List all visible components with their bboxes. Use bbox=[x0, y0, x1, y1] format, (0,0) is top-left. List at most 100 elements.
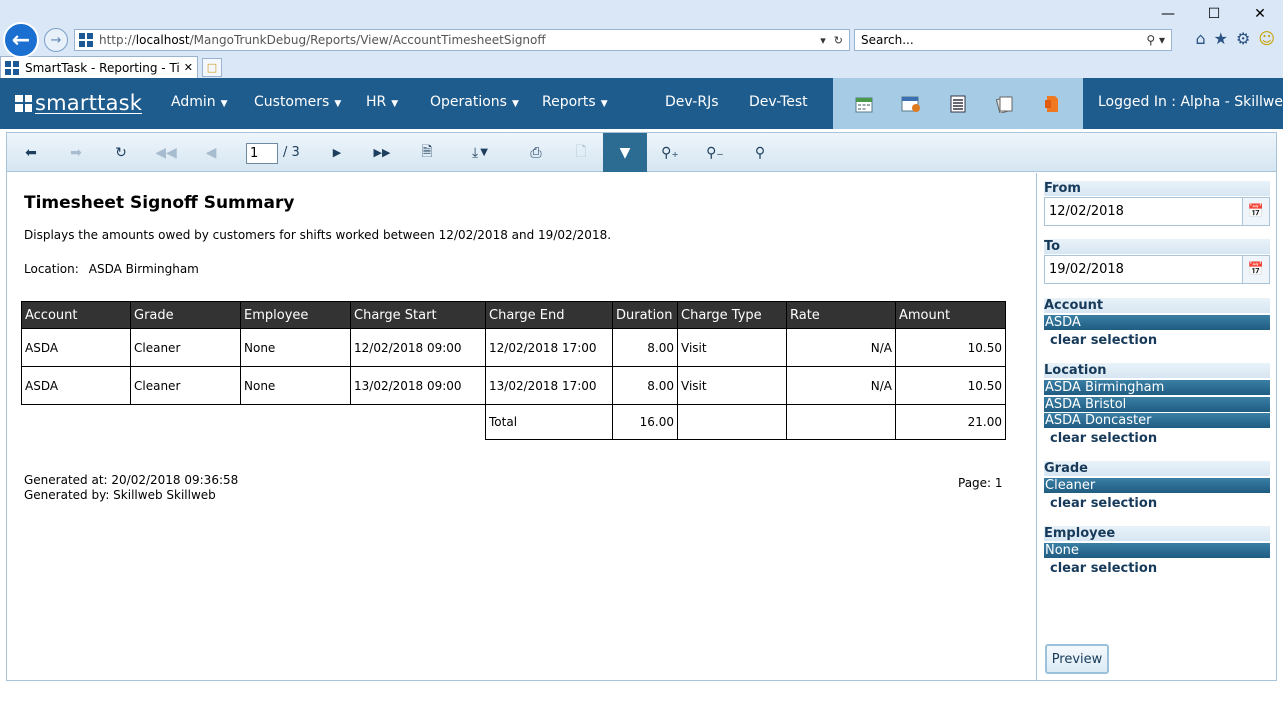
quick-icons bbox=[833, 78, 1083, 129]
nav-reports[interactable]: Reports ▼ bbox=[542, 94, 608, 110]
smarttask-logo[interactable]: smarttask bbox=[15, 90, 143, 115]
location-option-selected[interactable]: ASDA Doncaster bbox=[1044, 413, 1270, 428]
documents-icon[interactable] bbox=[995, 94, 1015, 114]
copy-document-icon[interactable]: 🗋 bbox=[559, 133, 603, 172]
page-number: Page: 1 bbox=[958, 476, 1003, 490]
location-clear-selection[interactable]: clear selection bbox=[1050, 431, 1157, 446]
next-page-icon[interactable]: ▶ bbox=[315, 133, 359, 172]
tab-favicon-icon bbox=[5, 60, 19, 75]
nav-label: Dev-Test bbox=[749, 94, 808, 110]
calendar-icon[interactable] bbox=[854, 94, 874, 114]
preview-button[interactable]: Preview bbox=[1045, 644, 1109, 674]
location-option-selected[interactable]: ASDA Bristol bbox=[1044, 397, 1270, 412]
from-label: From bbox=[1044, 181, 1270, 196]
table-total-row: Total 16.00 21.00 bbox=[22, 404, 1006, 440]
url-text[interactable]: http://localhost/MangoTrunkDebug/Reports… bbox=[99, 33, 820, 47]
column-header: Employee bbox=[240, 301, 351, 329]
total-label: Total bbox=[485, 404, 613, 440]
print-icon[interactable]: ⎙ bbox=[514, 133, 558, 172]
home-icon[interactable]: ⌂ bbox=[1195, 29, 1205, 48]
minimize-icon[interactable]: — bbox=[1145, 0, 1191, 28]
nav-dev-test[interactable]: Dev-Test bbox=[749, 94, 808, 110]
refresh-icon[interactable]: ↻ bbox=[99, 133, 143, 172]
nav-admin[interactable]: Admin ▼ bbox=[171, 94, 228, 110]
location-value: ASDA Birmingham bbox=[88, 262, 199, 276]
logged-in-user[interactable]: Logged In : Alpha - Skillweb▼ bbox=[1098, 94, 1283, 110]
table-cell: 13/02/2018 17:00 bbox=[485, 366, 613, 405]
employee-clear-selection[interactable]: clear selection bbox=[1050, 561, 1157, 576]
account-label: Account bbox=[1044, 298, 1270, 313]
first-page-icon[interactable]: ◀◀ bbox=[144, 133, 188, 172]
nav-operations[interactable]: Operations ▼ bbox=[430, 94, 519, 110]
nav-hr[interactable]: HR ▼ bbox=[366, 94, 398, 110]
caret-down-icon: ▼ bbox=[600, 99, 608, 109]
column-header: Charge Start bbox=[350, 301, 486, 329]
tab-close-icon[interactable]: ✕ bbox=[184, 61, 193, 74]
zoom-in-icon[interactable]: ⚲₊ bbox=[648, 133, 692, 172]
zoom-reset-icon[interactable]: ⚲ bbox=[738, 133, 782, 172]
logo-text: smarttask bbox=[35, 90, 143, 115]
export-download-icon[interactable]: ⤓ ▼ bbox=[455, 133, 505, 172]
table-cell: Visit bbox=[677, 328, 787, 367]
account-clear-selection[interactable]: clear selection bbox=[1050, 333, 1157, 348]
table-cell: Cleaner bbox=[130, 328, 241, 367]
forward-icon[interactable]: ➡ bbox=[54, 133, 98, 172]
calendar-picker-icon[interactable]: 📅 bbox=[1242, 256, 1269, 283]
table-row: ASDA Cleaner None 13/02/2018 09:00 13/02… bbox=[21, 366, 1006, 405]
column-header: Account bbox=[21, 301, 131, 329]
logged-in-label: Logged In : Alpha - Skillweb bbox=[1098, 94, 1283, 110]
address-bar[interactable]: http://localhost/MangoTrunkDebug/Reports… bbox=[74, 29, 850, 51]
url-prefix: http:// bbox=[99, 33, 136, 47]
dropdown-arrow-icon[interactable]: ▾ bbox=[820, 34, 826, 47]
grade-option-selected[interactable]: Cleaner bbox=[1044, 478, 1270, 493]
page-layout-icon[interactable]: 🗎 bbox=[405, 133, 449, 172]
settings-gear-icon[interactable]: ⚙ bbox=[1236, 29, 1250, 48]
to-date-input[interactable] bbox=[1045, 256, 1242, 283]
browser-tab[interactable]: SmartTask - Reporting - Ti... ✕ bbox=[0, 56, 198, 78]
table-row: ASDA Cleaner None 12/02/2018 09:00 12/02… bbox=[21, 328, 1006, 367]
report-title: Timesheet Signoff Summary bbox=[24, 193, 295, 213]
favorites-star-icon[interactable]: ★ bbox=[1214, 29, 1228, 48]
from-date-field[interactable]: 📅 bbox=[1044, 197, 1270, 226]
browser-search-box[interactable]: ⚲ ▾ bbox=[854, 29, 1172, 51]
browser-search-input[interactable] bbox=[861, 33, 1147, 47]
address-actions: ▾ ↻ bbox=[820, 34, 849, 47]
refresh-icon[interactable]: ↻ bbox=[834, 34, 843, 47]
forward-arrow-icon[interactable]: → bbox=[44, 28, 68, 52]
column-header: Amount bbox=[895, 301, 1006, 329]
location-option-selected[interactable]: ASDA Birmingham bbox=[1044, 380, 1270, 395]
zoom-out-icon[interactable]: ⚲₋ bbox=[693, 133, 737, 172]
report-viewer: ⬅ ➡ ↻ ◀◀ ◀ / 3 ▶ ▶▶ 🗎 ⤓ ▼ ⎙ 🗋 ▼ ⚲₊ ⚲₋ ⚲ … bbox=[6, 132, 1277, 681]
account-option-selected[interactable]: ASDA bbox=[1044, 315, 1270, 330]
table-cell: ASDA bbox=[21, 328, 131, 367]
report-icon[interactable] bbox=[1042, 94, 1062, 114]
nav-dev-rjs[interactable]: Dev-RJs bbox=[665, 94, 719, 110]
schedule-icon[interactable] bbox=[901, 94, 921, 114]
close-icon[interactable]: ✕ bbox=[1237, 0, 1283, 28]
calendar-picker-icon[interactable]: 📅 bbox=[1242, 198, 1269, 225]
table-cell: ASDA bbox=[21, 366, 131, 405]
previous-page-icon[interactable]: ◀ bbox=[189, 133, 233, 172]
employee-label: Employee bbox=[1044, 526, 1270, 541]
magnifier-icon[interactable]: ⚲ ▾ bbox=[1146, 33, 1171, 47]
from-date-input[interactable] bbox=[1045, 198, 1242, 225]
table-header-row: Account Grade Employee Charge Start Char… bbox=[21, 301, 1006, 329]
page-number-input[interactable] bbox=[246, 143, 278, 164]
employee-option-selected[interactable]: None bbox=[1044, 543, 1270, 558]
back-arrow-icon[interactable]: ← bbox=[3, 22, 39, 58]
back-icon[interactable]: ⬅ bbox=[9, 133, 53, 172]
empty-cell bbox=[677, 404, 787, 440]
grade-clear-selection[interactable]: clear selection bbox=[1050, 496, 1157, 511]
table-cell: Cleaner bbox=[130, 366, 241, 405]
smiley-feedback-icon[interactable]: ☺ bbox=[1258, 29, 1275, 48]
table-cell: 13/02/2018 09:00 bbox=[350, 366, 486, 405]
filter-icon[interactable]: ▼ bbox=[603, 133, 647, 172]
new-tab-icon[interactable]: □ bbox=[202, 58, 222, 77]
list-icon[interactable] bbox=[948, 94, 968, 114]
generated-at: Generated at: 20/02/2018 09:36:58 bbox=[24, 473, 239, 487]
browser-window: — ☐ ✕ ← → http://localhost/MangoTrunkDeb… bbox=[0, 0, 1283, 721]
nav-customers[interactable]: Customers ▼ bbox=[254, 94, 341, 110]
to-date-field[interactable]: 📅 bbox=[1044, 255, 1270, 284]
maximize-icon[interactable]: ☐ bbox=[1191, 0, 1237, 28]
last-page-icon[interactable]: ▶▶ bbox=[360, 133, 404, 172]
